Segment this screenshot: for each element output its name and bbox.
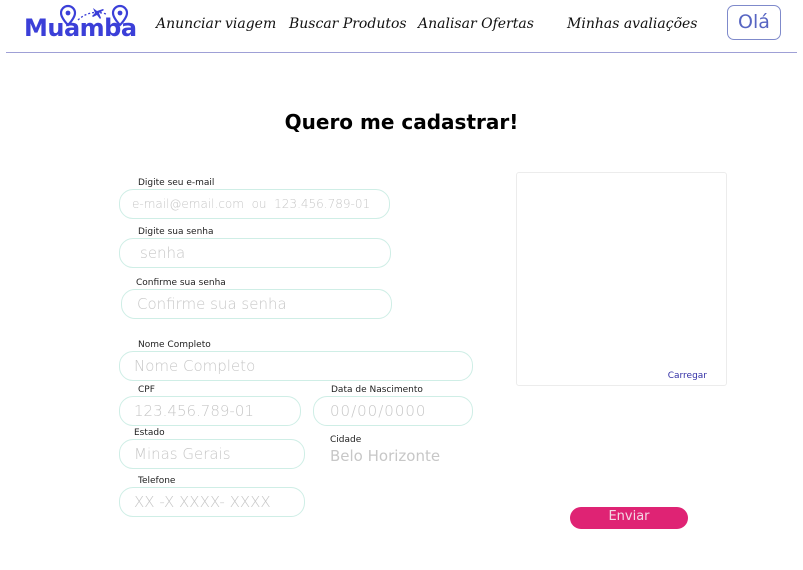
state-label: Estado: [134, 428, 165, 438]
state-field[interactable]: [120, 440, 304, 468]
submit-button[interactable]: Enviar: [570, 507, 688, 529]
cpf-field-wrap: [119, 396, 301, 426]
full-name-field-wrap: [119, 351, 473, 381]
confirm-password-field-wrap: [121, 289, 392, 319]
password-field-wrap: [119, 238, 391, 268]
user-greeting-button[interactable]: Olá: [727, 5, 781, 40]
phone-field-wrap: [119, 487, 305, 517]
email-field-wrap: [119, 189, 390, 219]
email-field[interactable]: [120, 190, 389, 218]
password-label: Digite sua senha: [138, 227, 214, 237]
full-name-field[interactable]: [120, 352, 472, 380]
nav-minhas-avaliacoes[interactable]: Minhas avaliações: [567, 16, 697, 32]
city-field-wrap: [330, 447, 470, 469]
photo-upload-area[interactable]: Carregar: [516, 172, 727, 386]
logo[interactable]: Muamba: [22, 2, 137, 46]
city-field[interactable]: [330, 447, 470, 465]
cpf-label: CPF: [138, 385, 155, 395]
full-name-label: Nome Completo: [138, 340, 211, 350]
nav-buscar-produtos[interactable]: Buscar Produtos: [289, 16, 407, 32]
birth-date-label: Data de Nascimento: [331, 385, 423, 395]
logo-text: Muamba: [24, 14, 137, 42]
birth-date-field[interactable]: [314, 397, 472, 425]
cpf-field[interactable]: [120, 397, 300, 425]
phone-field[interactable]: [120, 488, 304, 516]
page-title: Quero me cadastrar!: [284, 110, 519, 134]
phone-label: Telefone: [138, 476, 176, 486]
email-label: Digite seu e-mail: [138, 178, 215, 188]
state-field-wrap: [119, 439, 305, 469]
city-label: Cidade: [330, 435, 362, 445]
nav-anunciar-viagem[interactable]: Anunciar viagem: [156, 16, 276, 32]
header-divider: [6, 52, 797, 53]
upload-link[interactable]: Carregar: [668, 371, 707, 381]
birth-date-field-wrap: [313, 396, 473, 426]
password-field[interactable]: [120, 239, 390, 267]
confirm-password-label: Confirme sua senha: [136, 278, 226, 288]
confirm-password-field[interactable]: [122, 290, 391, 318]
nav-analisar-ofertas[interactable]: Analisar Ofertas: [418, 16, 534, 32]
